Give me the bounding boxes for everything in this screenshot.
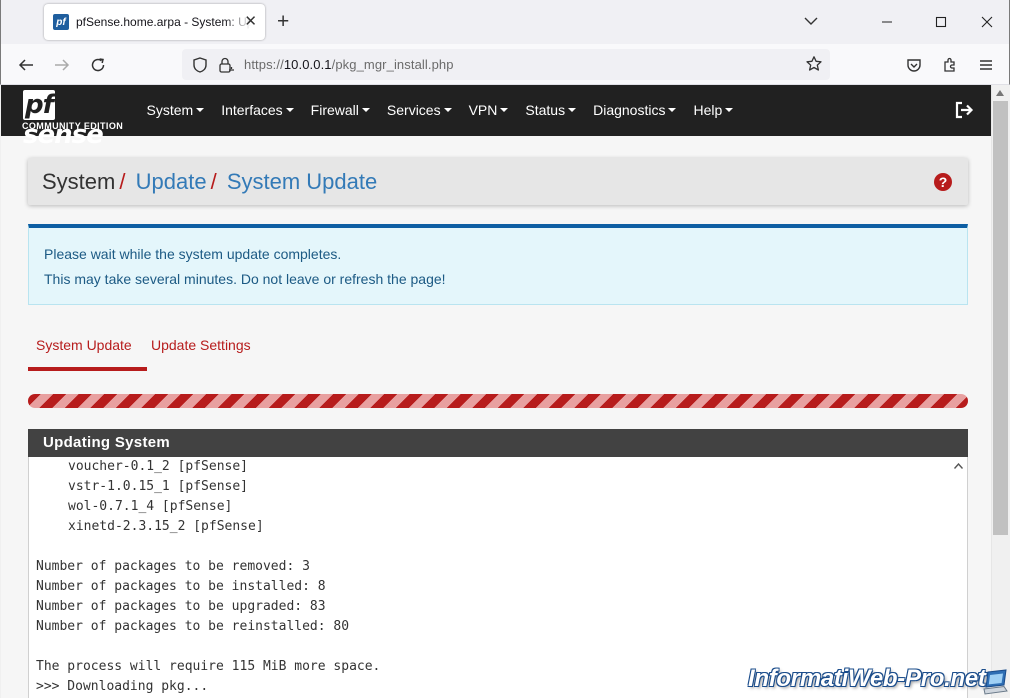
caret-down-icon xyxy=(196,108,205,113)
menu-help[interactable]: Help xyxy=(685,85,742,136)
alert-message-line-2: This may take several minutes. Do not le… xyxy=(44,271,446,287)
log-line: Number of packages to be reinstalled: 80 xyxy=(36,619,350,634)
back-arrow-icon[interactable] xyxy=(17,56,35,74)
caret-down-icon xyxy=(361,108,370,113)
log-line: vstr-1.0.15_1 [pfSense] xyxy=(68,479,249,494)
extensions-puzzle-icon[interactable] xyxy=(941,56,959,74)
help-icon[interactable]: ? xyxy=(934,173,952,191)
menu-system[interactable]: System xyxy=(138,85,213,136)
forward-arrow-icon[interactable] xyxy=(53,56,71,74)
pfsense-favicon-icon: pf xyxy=(53,14,69,30)
breadcrumb-separator: / xyxy=(210,169,217,194)
laptop-watermark-icon xyxy=(983,669,1008,695)
updating-system-panel: Updating System voucher-0.1_2 [pfSense] v… xyxy=(28,429,968,698)
log-lines: voucher-0.1_2 [pfSense] vstr-1.0.15_1 [pf… xyxy=(36,457,380,697)
minimize-window-icon[interactable] xyxy=(877,12,897,32)
panel-title: Updating System xyxy=(28,429,968,457)
log-line: Number of packages to be removed: 3 xyxy=(36,559,310,574)
pfsense-logo-wordmark: pfsense xyxy=(23,90,104,150)
reload-icon[interactable] xyxy=(89,56,107,74)
tab-update-settings[interactable]: Update Settings xyxy=(151,337,251,353)
pocket-icon[interactable] xyxy=(905,56,923,74)
caret-down-icon xyxy=(443,108,452,113)
menu-services[interactable]: Services xyxy=(378,85,460,136)
new-tab-icon[interactable]: + xyxy=(277,11,289,33)
tracking-protection-shield-icon[interactable] xyxy=(191,56,209,74)
scroll-up-arrow-icon[interactable] xyxy=(996,90,1004,96)
breadcrumb-link-update[interactable]: Update xyxy=(136,169,207,194)
log-line: >>> Downloading pkg... xyxy=(36,679,209,694)
url-text[interactable]: https://10.0.0.1/pkg_mgr_install.php xyxy=(244,57,454,72)
lock-warning-icon[interactable] xyxy=(217,56,235,74)
menu-status[interactable]: Status xyxy=(517,85,585,136)
caret-down-icon xyxy=(285,108,294,113)
log-line: The process will require 115 MiB more sp… xyxy=(36,659,381,674)
pfsense-logo-subtitle: COMMUNITY EDITION xyxy=(22,121,124,131)
info-alert: Please wait while the system update comp… xyxy=(28,224,968,305)
browser-navigation-bar: https://10.0.0.1/pkg_mgr_install.php xyxy=(0,44,1010,85)
page-scrollbar[interactable] xyxy=(991,85,1008,698)
hamburger-menu-icon[interactable] xyxy=(977,56,995,74)
logout-icon[interactable] xyxy=(954,100,974,120)
log-line: Number of packages to be upgraded: 83 xyxy=(36,599,326,614)
scroll-up-arrow-icon[interactable] xyxy=(954,463,963,469)
close-window-icon[interactable] xyxy=(977,12,997,32)
caret-down-icon xyxy=(668,108,677,113)
list-all-tabs-icon[interactable] xyxy=(804,14,818,28)
menu-firewall[interactable]: Firewall xyxy=(302,85,378,136)
menu-interfaces[interactable]: Interfaces xyxy=(213,85,302,136)
breadcrumb-root: System xyxy=(42,169,116,194)
address-bar[interactable]: https://10.0.0.1/pkg_mgr_install.php xyxy=(182,49,830,80)
watermark-text: InformatiWeb-Pro.net xyxy=(748,665,986,692)
alert-message-line-1: Please wait while the system update comp… xyxy=(44,246,342,262)
log-line: xinetd-2.3.15_2 [pfSense] xyxy=(68,519,264,534)
pfsense-page: pfsense COMMUNITY EDITION System Interfa… xyxy=(1,85,991,698)
page-scrollbar-thumb[interactable] xyxy=(993,101,1008,535)
update-progress-bar xyxy=(28,394,968,408)
page-title: System / Update / System Update xyxy=(42,169,377,195)
browser-tab-title: pfSense.home.arpa - System: Update xyxy=(76,15,251,29)
menu-diagnostics[interactable]: Diagnostics xyxy=(585,85,685,136)
log-line: wol-0.7.1_4 [pfSense] xyxy=(68,499,233,514)
bookmark-star-icon[interactable] xyxy=(805,55,823,73)
menu-vpn[interactable]: VPN xyxy=(460,85,517,136)
browser-tab[interactable]: pf pfSense.home.arpa - System: Update ✕ xyxy=(44,4,265,40)
breadcrumb-separator: / xyxy=(119,169,126,194)
breadcrumb-link-system-update[interactable]: System Update xyxy=(227,169,377,194)
pfsense-top-navigation: pfsense COMMUNITY EDITION System Interfa… xyxy=(1,85,991,150)
caret-down-icon xyxy=(500,108,509,113)
log-line: voucher-0.1_2 [pfSense] xyxy=(68,459,249,474)
main-menu: System Interfaces Firewall Services VPN … xyxy=(138,85,742,136)
caret-down-icon xyxy=(725,108,734,113)
caret-down-icon xyxy=(568,108,577,113)
close-tab-icon[interactable]: ✕ xyxy=(244,13,257,31)
maximize-window-icon[interactable] xyxy=(931,12,951,32)
log-line: Number of packages to be installed: 8 xyxy=(36,579,326,594)
pfsense-logo[interactable]: pfsense COMMUNITY EDITION xyxy=(21,90,131,150)
update-log-output[interactable]: voucher-0.1_2 [pfSense] vstr-1.0.15_1 [pf… xyxy=(28,457,968,698)
log-scrollbar[interactable] xyxy=(949,457,967,698)
tab-system-update[interactable]: System Update xyxy=(28,337,147,371)
browser-tab-bar: pf pfSense.home.arpa - System: Update ✕ … xyxy=(0,0,1010,44)
breadcrumb: System / Update / System Update ? xyxy=(28,158,968,205)
